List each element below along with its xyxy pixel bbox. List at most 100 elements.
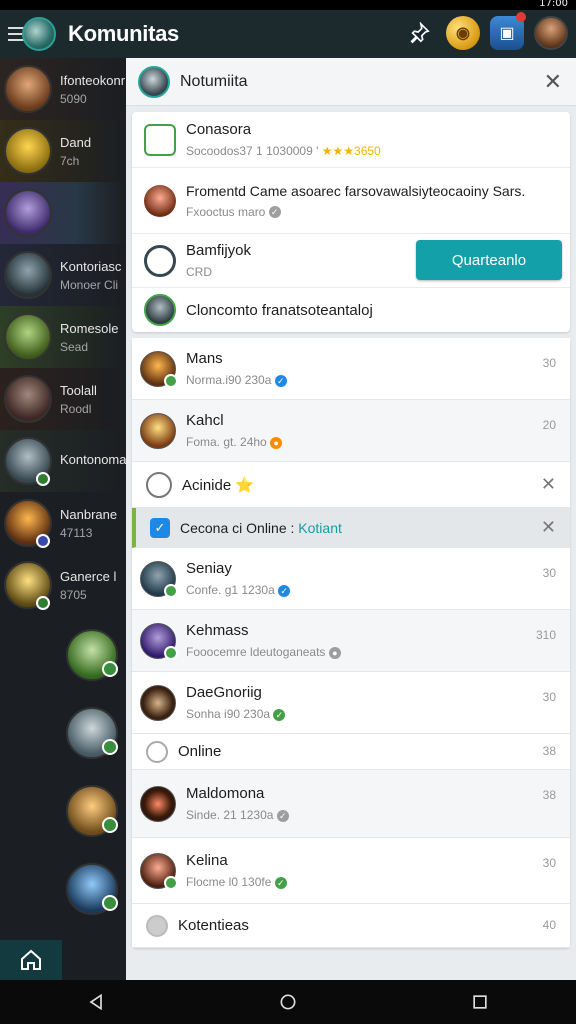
online-badge: [102, 661, 118, 677]
status-icon: ●: [328, 646, 341, 659]
list-item-name: Mans: [186, 350, 223, 367]
sidebar-item-sub: Sead: [60, 339, 89, 354]
avatar: [140, 622, 178, 660]
list-item-name: Acinide ⭐: [182, 476, 255, 494]
sidebar-avatar-item[interactable]: [0, 850, 126, 928]
sidebar-item[interactable]: Romesole Sead: [0, 306, 126, 368]
list-item-name: Maldomona: [186, 785, 265, 802]
sidebar-item-label: Toolall: [60, 382, 97, 398]
avatar: [66, 785, 118, 837]
sidebar-item[interactable]: Kontoriasc Monoer Cli: [0, 244, 126, 306]
sidebar-item-label: Kontonomad: [60, 451, 126, 467]
score-value: 3650: [354, 144, 381, 158]
list-item[interactable]: Kahcl Foma. gt. 24ho ● 20: [132, 400, 570, 462]
notification-title: Conasora: [186, 121, 252, 138]
online-badge: [164, 875, 178, 890]
home-button[interactable]: [0, 940, 62, 980]
list-item-meta: 40: [542, 918, 556, 932]
list-item-highlighted[interactable]: ✓ Cecona ci Online : Kotiant ✕: [132, 508, 570, 548]
recents-icon[interactable]: [470, 992, 490, 1012]
list-item[interactable]: Mans Norma.i90 230a ✓ 30: [132, 338, 570, 400]
list-item-meta: 38: [542, 788, 556, 802]
notification-title: Fromentd Came asoarec farsovawalsiyteoca…: [186, 182, 526, 199]
sidebar-avatar-item[interactable]: [0, 694, 126, 772]
notification-panel: Notumiita ✕ Conasora Socoodos37 1 103000…: [126, 58, 576, 980]
list-item-name: Cecona ci Online :: [180, 519, 299, 536]
notification-dot: [516, 12, 526, 22]
sidebar-item[interactable]: Ifonteokonr 5090: [0, 58, 126, 120]
system-nav-bar: [0, 980, 576, 1024]
list-item[interactable]: Acinide ⭐ ✕: [132, 462, 570, 508]
list-item[interactable]: Maldomona Sinde. 21 1230a ✓ 38: [132, 770, 570, 838]
notification-item[interactable]: Cloncomto franatsoteantaloj: [132, 288, 570, 332]
list-item[interactable]: Kehmass Fooocemre ldeutoganeats ● 310: [132, 610, 570, 672]
status-bar: 17:00: [0, 0, 576, 10]
close-icon[interactable]: ✕: [544, 69, 562, 95]
avatar: [66, 707, 118, 759]
verified-icon: ✓: [274, 876, 287, 889]
notification-sub: Fxooctus maro: [186, 204, 266, 219]
list-item-meta: 30: [542, 566, 556, 580]
badge-icon: [144, 123, 176, 156]
check-icon: ✓: [276, 809, 289, 822]
notification-item[interactable]: Fromentd Came asoarec farsovawalsiyteoca…: [132, 168, 570, 234]
circle-home-icon[interactable]: [278, 992, 298, 1012]
list-item-meta: 30: [542, 856, 556, 870]
app-logo: [22, 17, 56, 51]
list-item-sub: Sinde. 21 1230a: [186, 808, 274, 822]
list-item[interactable]: DaeGnoriig Sonha i90 230a ✓ 30: [132, 672, 570, 734]
avatar: [140, 684, 176, 721]
sidebar-item[interactable]: Kontonomad: [0, 430, 126, 492]
list-item-name: Kelina: [186, 852, 228, 869]
online-badge: [36, 534, 50, 548]
close-icon[interactable]: ✕: [541, 474, 556, 495]
sidebar-item-label: Kontoriasc: [60, 258, 122, 274]
close-icon[interactable]: ✕: [541, 517, 556, 538]
list-item[interactable]: Online 38: [132, 734, 570, 770]
list-item[interactable]: Kotentieas 40: [132, 904, 570, 948]
list-item-meta: 20: [542, 418, 556, 432]
sidebar-item[interactable]: Dand 7ch: [0, 120, 126, 182]
status-link[interactable]: Kotiant: [298, 520, 342, 536]
notification-title: Cloncomto franatsoteantaloj: [186, 301, 373, 319]
sidebar-item[interactable]: Ganerce l 8705: [0, 554, 126, 616]
sidebar-item[interactable]: Toolall Roodl: [0, 368, 126, 430]
online-badge: [102, 895, 118, 911]
sidebar-item[interactable]: Nanbrane 47113: [0, 492, 126, 554]
sidebar-avatar-item[interactable]: [0, 616, 126, 694]
pin-icon[interactable]: [402, 16, 436, 50]
notification-item[interactable]: Conasora Socoodos37 1 1030009 ' ★★★3650: [132, 112, 570, 168]
avatar: [140, 412, 176, 449]
online-badge: [164, 583, 178, 598]
back-icon[interactable]: [86, 992, 106, 1012]
verified-icon: ✓: [278, 584, 291, 597]
coin-icon[interactable]: ◉: [446, 16, 480, 50]
avatar: [144, 184, 176, 217]
list-item-name: Kehmass: [186, 622, 249, 639]
notification-item[interactable]: Bamfijyok CRD Quarteanlo: [132, 234, 570, 288]
online-badge: [36, 596, 50, 610]
app-bar: Komunitas ◉ ▣: [0, 10, 576, 58]
profile-avatar[interactable]: [534, 16, 568, 50]
check-icon: ✓: [150, 517, 170, 538]
emblem-icon: [144, 244, 176, 277]
list-item[interactable]: Kelina Flocme l0 130fe ✓ 30: [132, 838, 570, 904]
status-time: 17:00: [539, 0, 568, 9]
list-item-sub: Fooocemre ldeutoganeats: [186, 645, 326, 659]
sidebar-item-label: Nanbrane: [60, 506, 118, 522]
check-icon: ✓: [268, 206, 281, 219]
chest-icon[interactable]: ▣: [490, 12, 526, 50]
sidebar-item-label: Ifonteokonr: [60, 72, 126, 88]
notification-card: Conasora Socoodos37 1 1030009 ' ★★★3650 …: [132, 112, 570, 332]
sidebar-item[interactable]: [0, 182, 126, 244]
list-item-sub: Norma.i90 230a: [186, 373, 272, 387]
avatar: [140, 785, 176, 822]
clock-icon: [146, 471, 172, 498]
sidebar-avatar-item[interactable]: [0, 772, 126, 850]
action-button[interactable]: Quarteanlo: [416, 240, 562, 280]
link-icon: [146, 914, 168, 937]
page-title: Komunitas: [68, 21, 179, 46]
sidebar-item-label: Dand: [60, 134, 92, 150]
panel-header: Notumiita ✕: [126, 58, 576, 106]
list-item[interactable]: Seniay Confe. g1 1230a ✓ 30: [132, 548, 570, 610]
